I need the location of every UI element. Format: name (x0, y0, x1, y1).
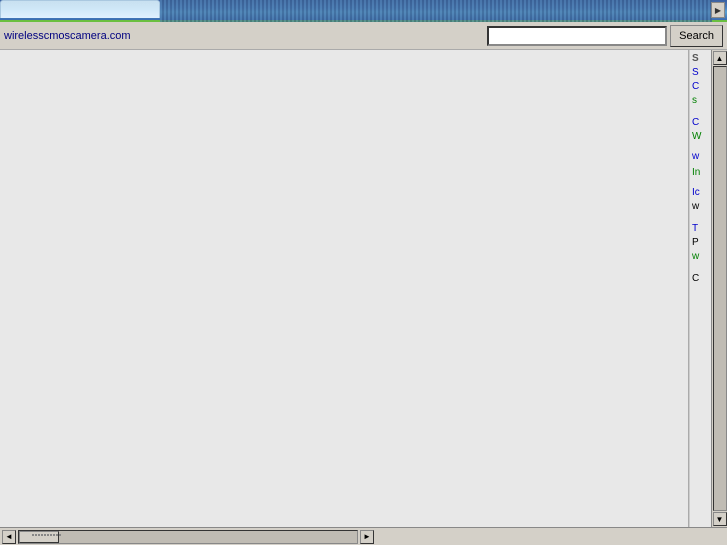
search-input[interactable] (487, 26, 667, 46)
sidebar-link-blue-1[interactable]: S (692, 67, 709, 79)
status-bar: ◄ ► (0, 527, 727, 545)
page-url: wirelesscmoscamera.com (4, 30, 487, 42)
header-decoration (160, 0, 712, 22)
vertical-scrollbar: ▲ ▼ (711, 50, 727, 527)
sidebar-link-green-2[interactable]: W (692, 131, 709, 143)
scroll-up-button[interactable]: ▲ (713, 51, 727, 65)
sidebar-text-4: C (690, 272, 711, 286)
scrollbar-dots (32, 534, 61, 536)
sidebar-link-blue-2[interactable]: C (692, 81, 709, 93)
sidebar-heading-s: S (690, 52, 711, 66)
address-bar: wirelesscmoscamera.com Search (0, 22, 727, 50)
sidebar-link-5[interactable]: C (690, 116, 711, 130)
sidebar-link-green-3[interactable]: In (692, 167, 709, 179)
sidebar-link-blue-6[interactable]: Ic (692, 187, 709, 199)
header-bar: ▶ (0, 0, 727, 22)
sidebar-link-1[interactable]: S (690, 66, 711, 80)
sidebar-link-7[interactable]: w (690, 150, 711, 164)
horizontal-scroll-left[interactable]: ◄ (2, 530, 16, 544)
sidebar-link-9[interactable]: Ic (690, 186, 711, 200)
sidebar-link-12[interactable]: w (690, 250, 711, 264)
main-content-area (0, 50, 689, 527)
horizontal-scroll-right[interactable]: ► (360, 530, 374, 544)
search-area: Search (487, 25, 723, 47)
sidebar-link-2[interactable]: C (690, 80, 711, 94)
sidebar-link-3[interactable]: s (690, 94, 711, 108)
sidebar-link-8[interactable]: In (690, 166, 711, 180)
sidebar-link-11[interactable]: T (690, 222, 711, 236)
right-sidebar: S S C s C W w In Ic (689, 50, 711, 527)
browser-tab[interactable] (0, 0, 160, 18)
sidebar-link-blue-7[interactable]: T (692, 223, 709, 235)
sidebar-link-blue-5[interactable]: w (692, 151, 709, 163)
scroll-track[interactable] (713, 66, 727, 511)
sidebar-link-blue-4[interactable]: C (692, 117, 709, 129)
sidebar-text-2: w (690, 200, 711, 214)
horizontal-scrollbar[interactable] (18, 530, 358, 544)
sidebar-text-3: P (690, 236, 711, 250)
sidebar-link-6[interactable]: W (690, 130, 711, 144)
sidebar-link-green-1[interactable]: s (692, 95, 709, 107)
search-button[interactable]: Search (670, 25, 723, 47)
scroll-down-button[interactable]: ▼ (713, 512, 727, 526)
tab-scroll-button[interactable]: ▶ (711, 2, 725, 18)
scrollbar-thumb[interactable] (19, 531, 59, 543)
sidebar-link-green-5[interactable]: w (692, 251, 709, 263)
